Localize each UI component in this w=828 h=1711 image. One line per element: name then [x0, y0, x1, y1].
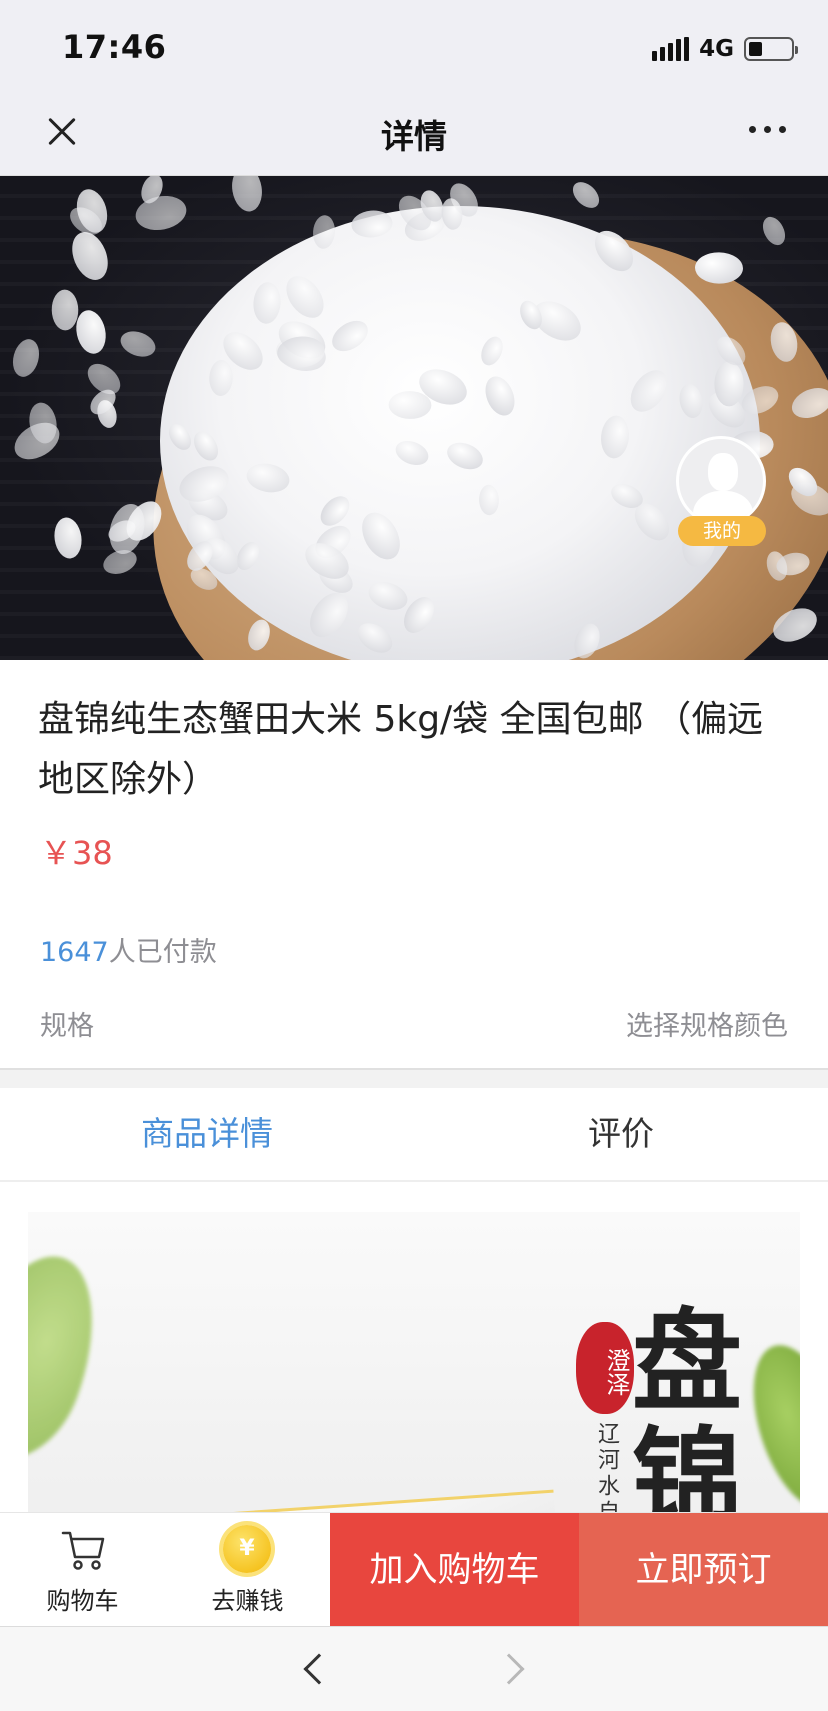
paid-suffix: 人已付款: [108, 937, 217, 968]
spec-label[interactable]: 规格: [40, 1004, 94, 1043]
coin-icon: ¥: [223, 1525, 271, 1573]
product-title: 盘锦纯生态蟹田大米 5kg/袋 全国包邮 （偏远地区除外）: [38, 699, 764, 800]
product-price: ￥38: [40, 834, 113, 872]
order-now-button[interactable]: 立即预订: [579, 1513, 828, 1627]
cart-icon: [61, 1531, 105, 1570]
add-to-cart-button[interactable]: 加入购物车: [330, 1513, 579, 1627]
network-type: 4G: [699, 36, 734, 62]
nav-bar: 详情: [0, 88, 828, 176]
leaf-decoration-left: [28, 1237, 121, 1477]
brand-seal: 澄泽: [576, 1322, 634, 1414]
more-icon[interactable]: [749, 126, 786, 133]
browser-toolbar: [0, 1626, 828, 1711]
floating-my-label: 我的: [678, 516, 766, 546]
rice-grain: [714, 361, 744, 407]
rice-pile: [160, 206, 760, 660]
tab-reviews[interactable]: 评价: [414, 1088, 828, 1180]
detail-tabs: 商品详情 评价: [0, 1088, 828, 1182]
earn-label: 去赚钱: [211, 1587, 284, 1615]
product-hero-image[interactable]: [0, 176, 828, 660]
cart-label: 购物车: [46, 1587, 119, 1615]
rice-grain: [388, 390, 432, 419]
floating-my-button[interactable]: 我的: [646, 436, 796, 546]
bottom-action-bar: 购物车 ¥ 去赚钱 加入购物车 立即预订: [0, 1512, 828, 1627]
section-divider: [0, 1068, 828, 1088]
battery-level: [749, 42, 762, 56]
spec-select[interactable]: 选择规格颜色: [626, 1004, 788, 1043]
status-indicators: 4G: [652, 34, 798, 64]
status-time: 17:46: [62, 28, 167, 66]
battery-icon: [744, 37, 798, 61]
leaf-decoration-right: [735, 1333, 800, 1521]
status-bar: 17:46 4G: [0, 0, 828, 88]
paid-count: 1647人已付款: [40, 930, 217, 969]
back-arrow-icon[interactable]: [303, 1653, 335, 1685]
forward-arrow-icon[interactable]: [493, 1653, 525, 1685]
avatar-icon: [676, 436, 766, 526]
cart-button[interactable]: 购物车: [0, 1513, 165, 1627]
tab-product-details[interactable]: 商品详情: [0, 1088, 414, 1180]
earn-button[interactable]: ¥ 去赚钱: [165, 1513, 330, 1627]
paid-number: 1647: [40, 937, 109, 968]
page-title: 详情: [381, 117, 447, 156]
signal-icon: [652, 37, 690, 61]
